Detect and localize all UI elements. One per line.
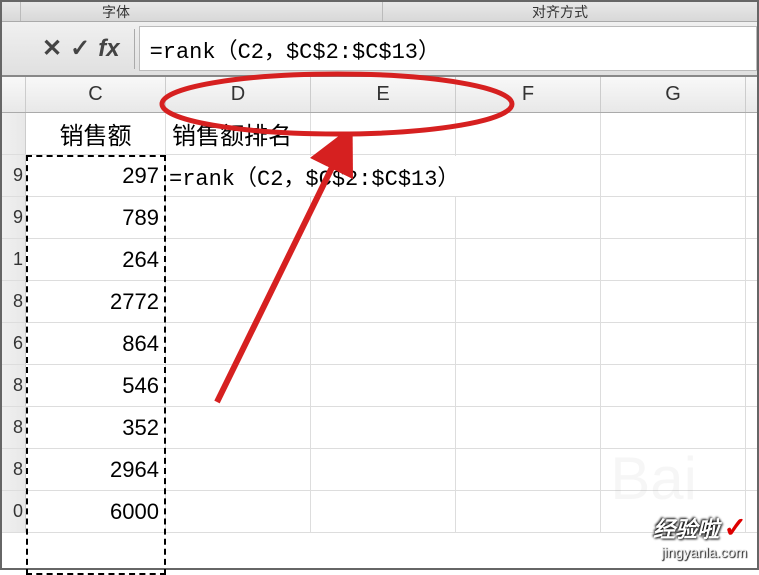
cell[interactable] <box>311 407 456 448</box>
row-header[interactable]: 9 <box>2 155 26 196</box>
table-row: 1 264 <box>2 239 757 281</box>
row-header[interactable]: 1 <box>2 239 26 280</box>
ribbon-section-labels: 字体 对齐方式 <box>2 2 757 22</box>
cell[interactable] <box>601 407 746 448</box>
cell[interactable] <box>311 365 456 406</box>
cell[interactable] <box>456 281 601 322</box>
watermark-text: 经验啦 <box>653 517 719 542</box>
cell[interactable] <box>311 197 456 238</box>
cell-header-sales[interactable]: 销售额 <box>26 113 166 154</box>
cell[interactable] <box>456 197 601 238</box>
cell[interactable] <box>601 281 746 322</box>
row-header[interactable]: 8 <box>2 281 26 322</box>
cell[interactable] <box>166 239 311 280</box>
ribbon-label-align: 对齐方式 <box>532 2 588 22</box>
cell-value[interactable]: 352 <box>26 407 166 448</box>
cell-value[interactable]: 6000 <box>26 491 166 532</box>
col-header-e[interactable]: E <box>311 77 456 112</box>
cell[interactable] <box>311 491 456 532</box>
cell[interactable] <box>311 281 456 322</box>
cell[interactable] <box>166 407 311 448</box>
table-row: 8 546 <box>2 365 757 407</box>
table-row: 9 789 <box>2 197 757 239</box>
cell[interactable] <box>311 323 456 364</box>
background-watermark: Bai <box>610 444 697 513</box>
formula-bar: ✕ ✓ fx =rank（C2，$C$2:$C$13） <box>2 22 757 77</box>
formula-bar-separator <box>134 29 135 69</box>
fx-icon[interactable]: fx <box>98 35 119 63</box>
confirm-icon[interactable]: ✓ <box>70 34 90 63</box>
cell-header-rank[interactable]: 销售额排名 <box>166 113 311 154</box>
cell[interactable] <box>456 113 601 154</box>
cell[interactable] <box>456 365 601 406</box>
cell-value[interactable]: 546 <box>26 365 166 406</box>
cell[interactable] <box>456 155 601 196</box>
cell[interactable] <box>311 113 456 154</box>
cell[interactable] <box>601 239 746 280</box>
cell[interactable] <box>601 365 746 406</box>
table-row: 销售额 销售额排名 <box>2 113 757 155</box>
row-header[interactable]: 9 <box>2 197 26 238</box>
formula-input[interactable]: =rank（C2，$C$2:$C$13） <box>139 26 757 71</box>
cell[interactable] <box>166 323 311 364</box>
row-header[interactable]: 6 <box>2 323 26 364</box>
cell[interactable] <box>456 239 601 280</box>
row-header[interactable]: 0 <box>2 491 26 532</box>
cell[interactable] <box>456 449 601 490</box>
cell-value[interactable]: 297 <box>26 155 166 196</box>
cell-formula-display: =rank（C2，$C$2:$C$13） <box>167 156 461 196</box>
cell-value[interactable]: 864 <box>26 323 166 364</box>
cell[interactable] <box>601 323 746 364</box>
cell[interactable] <box>166 281 311 322</box>
cell[interactable] <box>166 197 311 238</box>
table-row: 6 864 <box>2 323 757 365</box>
cell[interactable] <box>311 239 456 280</box>
cell-value[interactable]: 2772 <box>26 281 166 322</box>
ribbon-label-font: 字体 <box>102 2 130 22</box>
cell[interactable] <box>456 407 601 448</box>
watermark: 经验啦 ✓ jingyanla.com <box>653 511 747 560</box>
ribbon-divider <box>20 2 21 21</box>
cell[interactable] <box>456 323 601 364</box>
cell-value[interactable]: 789 <box>26 197 166 238</box>
col-header-stub[interactable] <box>2 77 26 112</box>
watermark-url: jingyanla.com <box>653 544 747 560</box>
formula-text: =rank（C2，$C$2:$C$13） <box>150 33 440 65</box>
cell[interactable] <box>601 155 746 196</box>
cell[interactable] <box>601 113 746 154</box>
col-header-g[interactable]: G <box>601 77 746 112</box>
col-header-d[interactable]: D <box>166 77 311 112</box>
col-header-c[interactable]: C <box>26 77 166 112</box>
row-header[interactable]: 8 <box>2 407 26 448</box>
cell[interactable] <box>311 449 456 490</box>
row-header[interactable] <box>2 113 26 154</box>
cell[interactable] <box>456 491 601 532</box>
cancel-icon[interactable]: ✕ <box>42 34 62 63</box>
column-headers: C D E F G <box>2 77 757 113</box>
formula-bar-icons: ✕ ✓ fx <box>42 34 120 63</box>
watermark-check-icon: ✓ <box>724 512 747 543</box>
col-header-f[interactable]: F <box>456 77 601 112</box>
cell-value[interactable]: 2964 <box>26 449 166 490</box>
ribbon-divider <box>382 2 383 21</box>
cell-value[interactable]: 264 <box>26 239 166 280</box>
row-header[interactable]: 8 <box>2 449 26 490</box>
cell[interactable] <box>166 365 311 406</box>
cell[interactable] <box>601 197 746 238</box>
cell[interactable] <box>166 449 311 490</box>
cell[interactable] <box>166 491 311 532</box>
row-header[interactable]: 8 <box>2 365 26 406</box>
table-row: 8 2772 <box>2 281 757 323</box>
table-row: 8 352 <box>2 407 757 449</box>
